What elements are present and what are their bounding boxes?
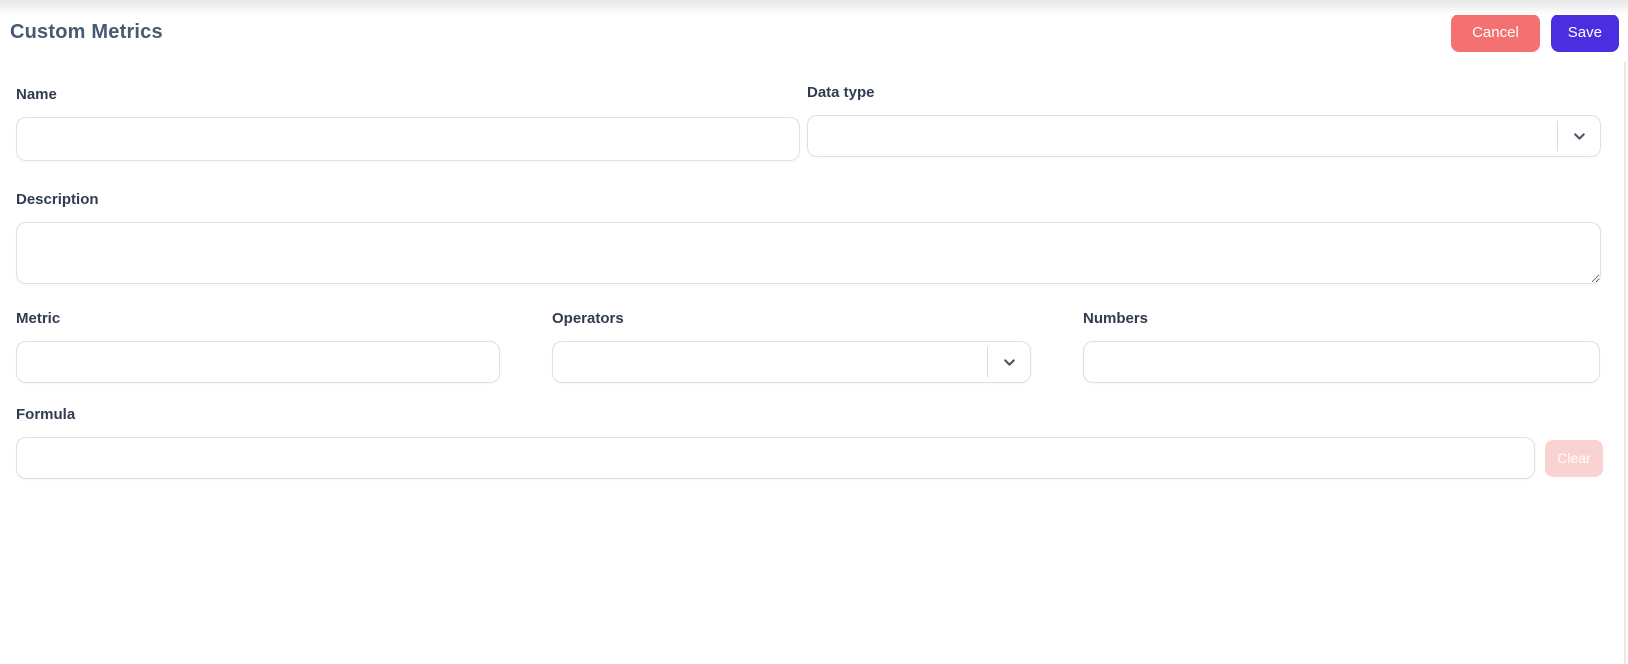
datatype-select[interactable] bbox=[807, 115, 1601, 157]
description-textarea[interactable] bbox=[16, 222, 1601, 284]
datatype-select-chevron-zone[interactable] bbox=[1557, 115, 1601, 157]
description-field-group: Description bbox=[16, 191, 1601, 284]
datatype-label: Data type bbox=[807, 84, 875, 101]
right-edge-divider bbox=[1624, 62, 1626, 664]
select-separator bbox=[987, 347, 988, 377]
formula-label: Formula bbox=[16, 406, 76, 423]
operators-field-group: Operators bbox=[552, 310, 1031, 383]
datatype-field-group: Data type bbox=[807, 84, 1601, 161]
numbers-input[interactable] bbox=[1083, 341, 1600, 383]
row-metric-operators-numbers: Metric Operators Numbers bbox=[16, 310, 1601, 383]
formula-input[interactable] bbox=[16, 437, 1535, 479]
clear-button[interactable]: Clear bbox=[1545, 439, 1603, 477]
operators-select[interactable] bbox=[552, 341, 1031, 383]
name-field-group: Name bbox=[16, 86, 800, 161]
metric-input[interactable] bbox=[16, 341, 500, 383]
formula-field-group: Formula Clear bbox=[16, 406, 1603, 479]
chevron-down-icon bbox=[1003, 358, 1015, 366]
name-input[interactable] bbox=[16, 117, 800, 161]
save-button[interactable]: Save bbox=[1550, 13, 1619, 52]
chevron-down-icon bbox=[1573, 132, 1585, 140]
metric-field-group: Metric bbox=[16, 310, 500, 383]
metric-label: Metric bbox=[16, 310, 61, 327]
name-label: Name bbox=[16, 86, 57, 103]
select-separator bbox=[1557, 121, 1558, 151]
formula-line: Clear bbox=[16, 437, 1603, 479]
header-actions: Cancel Save bbox=[1451, 13, 1619, 52]
datatype-select-value[interactable] bbox=[807, 115, 1601, 157]
page-title: Custom Metrics bbox=[10, 21, 163, 43]
operators-select-chevron-zone[interactable] bbox=[987, 341, 1031, 383]
row-name-datatype: Name Data type bbox=[16, 84, 1601, 161]
description-label: Description bbox=[16, 191, 99, 208]
cancel-button[interactable]: Cancel bbox=[1451, 13, 1540, 52]
numbers-field-group: Numbers bbox=[1083, 310, 1600, 383]
operators-select-value[interactable] bbox=[552, 341, 1031, 383]
numbers-label: Numbers bbox=[1083, 310, 1149, 327]
operators-label: Operators bbox=[552, 310, 624, 327]
header-bar: Custom Metrics Cancel Save bbox=[0, 0, 1628, 52]
